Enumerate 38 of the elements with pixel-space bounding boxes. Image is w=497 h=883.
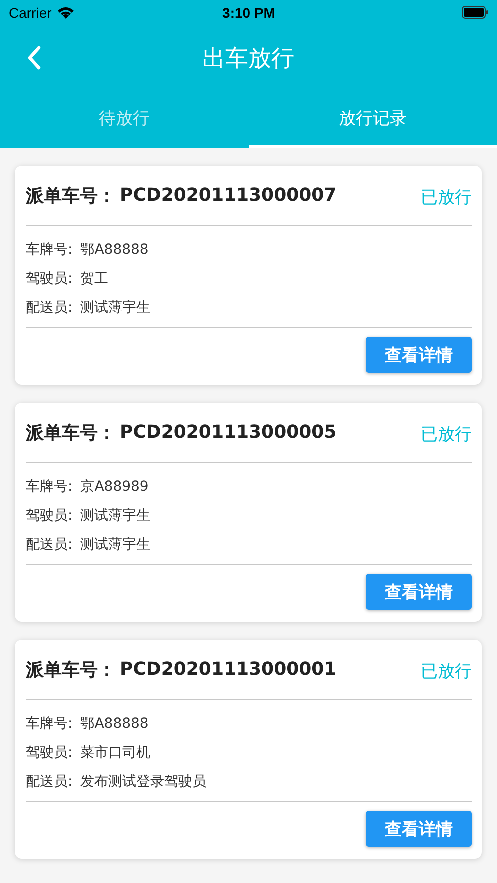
carrier-name: Carrier: [9, 4, 52, 20]
status-label: 已放行: [421, 661, 472, 683]
status-time: 3:10 PM: [222, 4, 276, 20]
field-value: 京A88989: [80, 478, 149, 496]
order-number: PCD20201113000001: [120, 659, 337, 680]
tab[interactable]: 待放行: [0, 91, 248, 148]
order-label: 派单车号：: [26, 184, 116, 208]
order-number: PCD20201113000007: [120, 185, 337, 206]
field-label: 驾驶员:: [26, 744, 73, 762]
details-button[interactable]: 查看详情: [366, 337, 472, 373]
field-label: 配送员:: [26, 536, 73, 554]
field-value: 贺工: [80, 270, 109, 288]
field-label: 车牌号:: [26, 240, 73, 258]
screen-title: 出车放行: [202, 44, 294, 74]
order-label: 派单车号：: [26, 422, 116, 444]
field-value: 鄂A88888: [80, 714, 149, 732]
field-value: 鄂A88888: [80, 240, 149, 258]
tab[interactable]: 放行记录: [248, 91, 497, 148]
order-number: PCD20201113000005: [120, 422, 337, 443]
field-value: 发布测试登录驾驶员: [80, 772, 207, 790]
status-label: 已放行: [421, 424, 472, 446]
details-button[interactable]: 查看详情: [366, 574, 472, 610]
field-label: 配送员:: [26, 298, 73, 316]
status-label: 已放行: [421, 187, 472, 209]
order-label: 派单车号：: [26, 658, 116, 682]
field-label: 驾驶员:: [26, 506, 73, 524]
battery-icon: [462, 6, 489, 19]
field-label: 车牌号:: [26, 714, 73, 732]
field-value: 菜市口司机: [80, 744, 151, 762]
back-icon[interactable]: [27, 46, 41, 70]
field-label: 配送员:: [26, 772, 73, 790]
field-value: 测试薄宇生: [80, 298, 151, 316]
wifi-icon: [56, 6, 75, 19]
field-value: 测试薄宇生: [80, 536, 151, 554]
details-button[interactable]: 查看详情: [366, 811, 472, 847]
field-label: 车牌号:: [26, 478, 73, 496]
field-value: 测试薄宇生: [80, 506, 151, 524]
field-label: 驾驶员:: [26, 270, 73, 288]
